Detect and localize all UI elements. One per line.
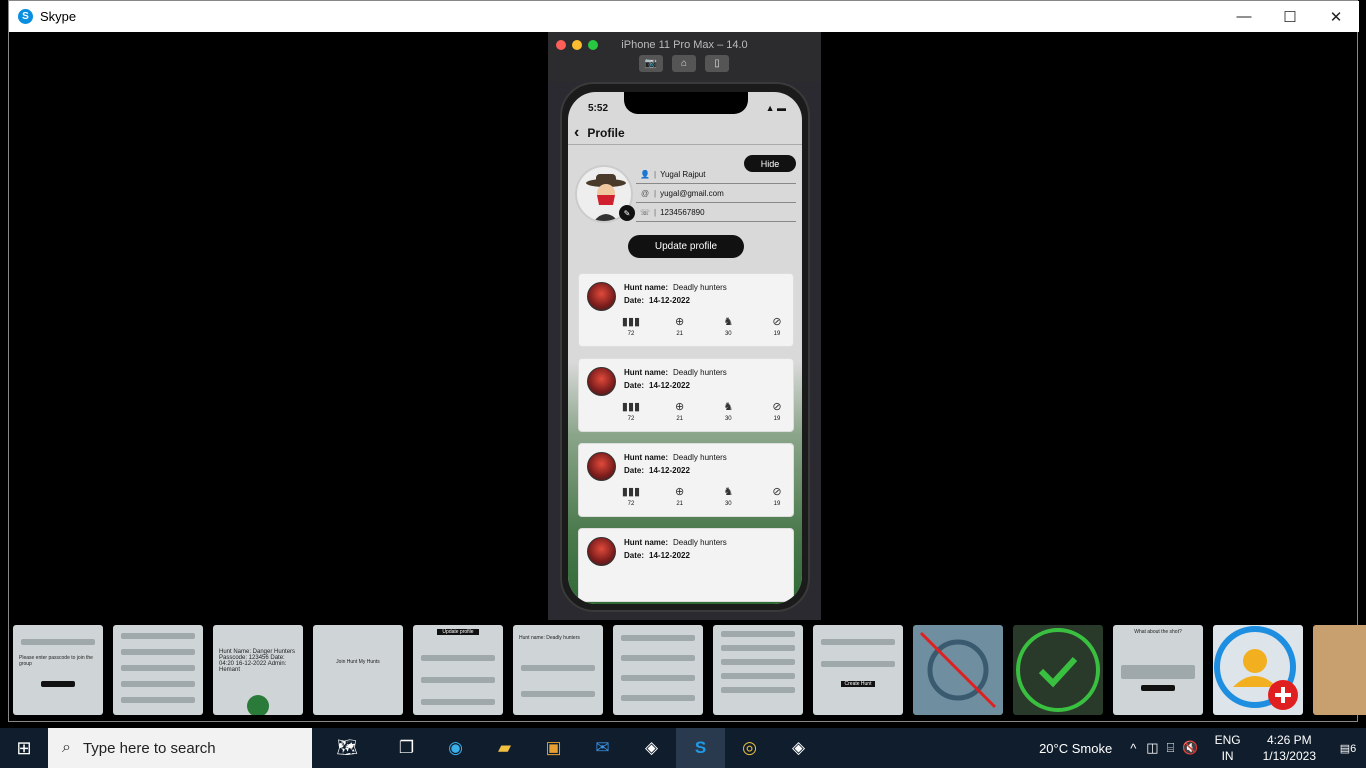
home-icon[interactable]: ⌂ [672,55,696,72]
store-icon[interactable]: ▣ [529,728,578,768]
thumbnail[interactable] [613,625,703,715]
skype-taskbar-icon[interactable]: S [676,728,725,768]
taskbar: ⊞ ⌕ Type here to search 🗺 ❐ ◉ ▰ ▣ ✉ ◈ S … [0,728,1366,768]
clock[interactable]: 4:26 PM 1/13/2023 [1263,732,1316,764]
name-field[interactable]: 👤 | Yugal Rajput [636,166,796,184]
thumbnail[interactable]: Create Hunt [813,625,903,715]
screenshot-icon[interactable]: 📷 [639,55,663,72]
phone-screen: 5:52 ▲ ▬ ‹ Profile Hide ✎ 👤 | Yugal Rajp… [568,92,802,604]
target-icon: ⊕ [675,486,685,498]
simulator-title: iPhone 11 Pro Max – 14.0 [621,39,748,51]
close-button[interactable]: ✕ [1313,1,1359,32]
mail-icon[interactable]: ✉ [578,728,627,768]
file-explorer-icon[interactable]: ▰ [480,728,529,768]
chrome-icon[interactable]: ◎ [725,728,774,768]
add-user-thumbnail[interactable] [1213,625,1303,715]
task-view-icon[interactable]: ❐ [382,728,431,768]
simulator-window: iPhone 11 Pro Max – 14.0 📷 ⌂ ▯ 5:52 ▲ ▬ … [548,32,821,620]
system-tray: 20°C Smoke ^ ◫ ⌸ 🔇 ENG IN 4:26 PM 1/13/202… [1039,728,1366,768]
animal-icon: ♞ [723,316,734,328]
search-placeholder: Type here to search [82,739,216,757]
title-bar: S Skype — ☐ ✕ [9,1,1359,32]
notch [624,92,748,114]
hunt-avatar [587,452,616,481]
miss-icon: ⊘ [772,401,782,413]
language-indicator[interactable]: ENG IN [1215,732,1241,764]
check-thumbnail[interactable] [1013,625,1103,715]
target-icon: ⊕ [675,401,685,413]
bullets-icon: ▮▮▮ [621,316,641,328]
bullets-icon: ▮▮▮ [621,486,641,498]
chevron-up-icon[interactable]: ^ [1130,741,1136,756]
status-icons: ▲ ▬ [765,103,786,113]
taskbar-search[interactable]: ⌕ Type here to search [48,728,312,768]
thumbnail[interactable]: Update profile [413,625,503,715]
miss-icon: ⊘ [772,486,782,498]
hunt-avatar [587,367,616,396]
maximize-button[interactable]: ☐ [1267,1,1313,32]
window-title: Skype [40,9,77,24]
notifications-icon[interactable]: ▤6 [1330,742,1366,755]
crosshair-crossed-thumbnail[interactable] [913,625,1003,715]
hunter-thumbnail[interactable] [1313,625,1366,715]
status-time: 5:52 [588,103,609,114]
iphone-frame: 5:52 ▲ ▬ ‹ Profile Hide ✎ 👤 | Yugal Rajp… [560,82,810,612]
hunt-card[interactable]: Hunt name: Deadly hunters Date: 14-12-2022… [578,358,794,432]
nav-divider [568,144,802,145]
volume-muted-icon[interactable]: 🔇 [1182,740,1198,756]
hunt-avatar [587,282,616,311]
thumbnail[interactable]: Hunt name: Deadly hunters [513,625,603,715]
app-icon-2[interactable]: ◈ [774,728,823,768]
page-title: Profile [587,126,625,140]
search-highlight-icon[interactable]: 🗺 [312,728,382,768]
thumbnail-strip: Please enter passcode to join the group … [13,625,1366,715]
hunt-avatar [587,537,616,566]
hunt-card[interactable]: Hunt name: Deadly hunters Date: 14-12-2022… [578,273,794,347]
thumbnail[interactable] [113,625,203,715]
email-field[interactable]: @ | yugal@gmail.com [636,185,796,203]
hunt-card[interactable]: Hunt name: Deadly hunters Date: 14-12-2022… [578,443,794,517]
miss-icon: ⊘ [772,316,782,328]
windows-start-icon[interactable]: ⊞ [0,728,48,768]
thumbnail[interactable]: What about the shot? [1113,625,1203,715]
target-icon: ⊕ [675,316,685,328]
thumbnail[interactable] [713,625,803,715]
edit-icon[interactable]: ✎ [619,205,635,221]
back-icon[interactable]: ‹ [574,124,579,142]
bullets-icon: ▮▮▮ [621,401,641,413]
phone-field[interactable]: ☏ | 1234567890 [636,204,796,222]
hunt-card[interactable]: Hunt name: Deadly hunters Date: 14-12-2022 [578,528,794,602]
meet-icon[interactable]: ◫ [1146,740,1158,756]
thumbnail[interactable]: Hunt Name: Danger Hunters Passcode: 1234… [213,625,303,715]
animal-icon: ♞ [723,486,734,498]
search-icon: ⌕ [62,739,71,756]
update-profile-button[interactable]: Update profile [628,235,744,258]
minimize-button[interactable]: — [1221,1,1267,32]
network-icon[interactable]: ⌸ [1167,740,1175,756]
phone-icon: ☏ [639,208,650,217]
thumbnail[interactable]: Please enter passcode to join the group [13,625,103,715]
skype-logo-icon: S [18,9,33,24]
skype-window: S Skype — ☐ ✕ iPhone 11 Pro Max – 14.0 📷… [8,0,1366,722]
user-icon: 👤 [640,170,650,179]
app-icon[interactable]: ◈ [627,728,676,768]
edge-icon[interactable]: ◉ [431,728,480,768]
thumbnail[interactable]: Join Hunt My Hunts [313,625,403,715]
rotate-icon[interactable]: ▯ [705,55,729,72]
weather[interactable]: 20°C Smoke [1039,741,1112,756]
at-icon: @ [640,189,650,198]
animal-icon: ♞ [723,401,734,413]
